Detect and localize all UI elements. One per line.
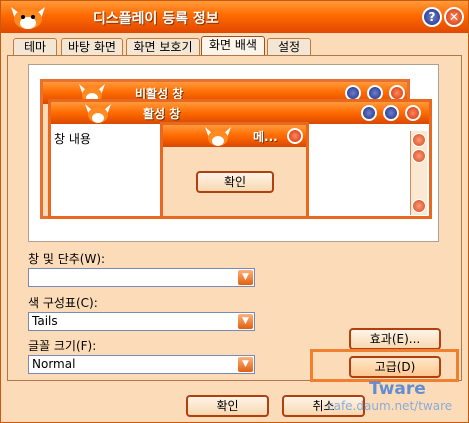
active-title-bar: 활성 창	[51, 102, 429, 124]
tab-settings[interactable]: 설정	[267, 38, 311, 55]
fox-app-icon	[11, 7, 45, 29]
color-scheme-label: 색 구성표(C):	[28, 296, 98, 310]
tab-desktop[interactable]: 바탕 화면	[61, 38, 123, 55]
maximize-icon	[383, 105, 399, 121]
tab-appearance[interactable]: 화면 배색	[201, 36, 265, 56]
minimize-icon	[361, 105, 377, 121]
tab-themes[interactable]: 테마	[13, 38, 57, 55]
watermark-url: cafe.daum.net/tware	[327, 399, 453, 413]
scroll-thumb-icon	[412, 149, 426, 163]
window-title: 디스플레이 등록 정보	[93, 11, 219, 27]
color-scheme-value: Tails	[32, 314, 58, 328]
scroll-up-icon	[412, 133, 426, 147]
msgbox-ok-button: 확인	[196, 171, 274, 193]
title-bar[interactable]: 디스플레이 등록 정보 ? ✕	[1, 1, 468, 33]
scroll-down-icon	[412, 199, 426, 213]
display-properties-window: 디스플레이 등록 정보 ? ✕ 테마 바탕 화면 화면 보호기 화면 배색 설정…	[0, 0, 469, 423]
msgbox-title-bar: 메...	[163, 125, 306, 147]
fox-icon	[205, 127, 231, 146]
active-title: 활성 창	[143, 107, 181, 121]
msgbox-title: 메...	[253, 130, 278, 144]
color-scheme-select[interactable]: Tails ▼	[28, 312, 255, 331]
advanced-highlight-box	[310, 349, 459, 382]
tab-screen-saver[interactable]: 화면 보호기	[126, 38, 200, 55]
effects-button[interactable]: 효과(E)...	[349, 328, 441, 350]
window-buttons-label: 창 및 단추(W):	[28, 252, 106, 266]
chevron-down-icon[interactable]: ▼	[238, 314, 253, 329]
help-button[interactable]: ?	[422, 7, 442, 27]
font-size-value: Normal	[32, 357, 76, 371]
font-size-select[interactable]: Normal ▼	[28, 355, 255, 374]
chevron-down-icon[interactable]: ▼	[238, 357, 253, 372]
font-size-label: 글꼴 크기(F):	[28, 339, 97, 353]
close-icon	[405, 105, 421, 121]
preview-scrollbar	[410, 131, 427, 215]
fox-icon	[85, 104, 111, 123]
watermark-brand: Tware	[369, 379, 426, 399]
ok-button[interactable]: 확인	[186, 395, 269, 417]
close-button[interactable]: ✕	[444, 7, 464, 27]
window-buttons-select[interactable]: ▼	[28, 268, 255, 287]
chevron-down-icon[interactable]: ▼	[238, 270, 253, 285]
close-icon	[287, 128, 303, 144]
window-text: 창 내용	[54, 132, 91, 146]
preview-message-box: 메... 확인	[160, 122, 309, 219]
